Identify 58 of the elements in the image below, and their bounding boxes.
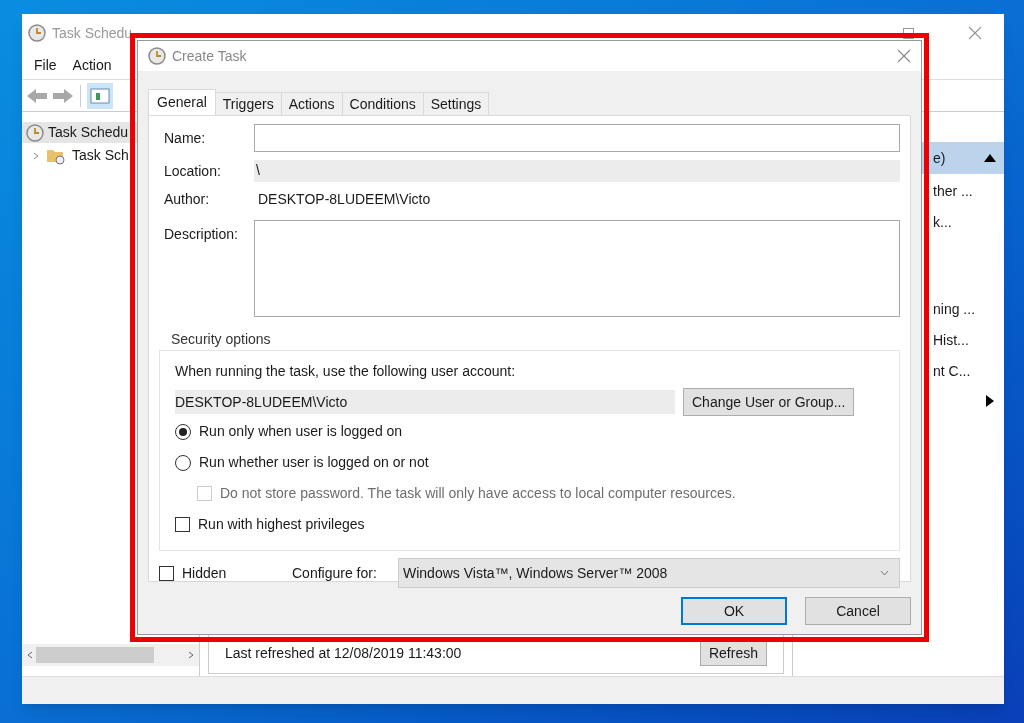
tab[interactable]: Triggers bbox=[215, 92, 282, 115]
back-arrow-icon[interactable] bbox=[26, 86, 48, 105]
menu-bar-item[interactable]: Action bbox=[72, 55, 112, 76]
field-label: Author: bbox=[163, 190, 211, 209]
task-pane-link[interactable]: Hist... bbox=[933, 325, 1004, 356]
task-pane-link[interactable]: ther ... bbox=[933, 176, 1004, 207]
collapse-triangle-icon bbox=[984, 154, 996, 162]
task-pane-link[interactable]: ning ... bbox=[933, 294, 1004, 325]
submenu-arrow-icon[interactable] bbox=[986, 395, 994, 407]
name-field[interactable] bbox=[254, 124, 900, 152]
location-field: \ bbox=[254, 160, 900, 182]
maximize-icon[interactable] bbox=[903, 27, 914, 39]
option-label: Run only when user is logged on bbox=[199, 422, 403, 441]
tab[interactable]: Actions bbox=[281, 92, 343, 115]
field-label: Location: bbox=[163, 161, 222, 181]
close-icon[interactable] bbox=[968, 26, 982, 40]
account-prompt: When running the task, use the following user account: bbox=[175, 362, 517, 381]
scroll-left-icon[interactable] bbox=[26, 651, 34, 659]
dialog-button[interactable]: Cancel bbox=[805, 597, 911, 625]
scroll-right-icon[interactable] bbox=[187, 651, 195, 659]
field-label: Configure for: bbox=[292, 563, 378, 583]
group-legend: Security options bbox=[171, 331, 271, 347]
option-label: Run whether user is logged on or not bbox=[199, 453, 429, 472]
field-label: Name: bbox=[163, 128, 207, 148]
forward-arrow-icon[interactable] bbox=[52, 86, 74, 105]
dialog-title: Create Task bbox=[172, 46, 247, 66]
task-pane-link[interactable]: k... bbox=[933, 207, 1004, 238]
configure-dropdown[interactable]: Windows Vista™, Windows Server™ 2008 bbox=[398, 558, 900, 588]
description-field[interactable] bbox=[254, 220, 900, 317]
close-icon[interactable] bbox=[897, 49, 911, 63]
account-field: DESKTOP-8LUDEEM\Victo bbox=[175, 390, 675, 414]
checkbox[interactable] bbox=[175, 517, 190, 532]
author-value: DESKTOP-8LUDEEM\Victo bbox=[257, 190, 431, 209]
task-pane-link[interactable]: nt C... bbox=[933, 356, 1004, 387]
horizontal-scrollbar[interactable] bbox=[22, 644, 199, 666]
expand-chevron-icon[interactable] bbox=[32, 151, 40, 160]
option-label: Do not store password. The task will only have access to local computer resources. bbox=[220, 484, 736, 503]
window-title: Task Schedu bbox=[52, 23, 133, 43]
tab[interactable]: Settings bbox=[423, 92, 490, 115]
dialog-button[interactable]: OK bbox=[681, 597, 787, 625]
dropdown-chevron-icon bbox=[880, 570, 889, 576]
tree-item[interactable]: Task Sch bbox=[72, 145, 129, 166]
menu-bar-item[interactable]: File bbox=[34, 55, 57, 76]
tab[interactable]: Conditions bbox=[342, 92, 424, 115]
radio-button[interactable] bbox=[175, 454, 191, 471]
change-user-button[interactable]: Change User or Group... bbox=[683, 388, 855, 416]
option-label: Hidden bbox=[182, 563, 227, 583]
clock-icon bbox=[28, 24, 46, 42]
field-label: Description: bbox=[163, 225, 239, 244]
option-label: Run with highest privileges bbox=[198, 515, 365, 534]
checkbox[interactable] bbox=[159, 565, 174, 581]
tab[interactable]: General bbox=[148, 89, 216, 115]
refresh-button[interactable]: Refresh bbox=[699, 640, 767, 666]
clock-icon bbox=[148, 47, 166, 65]
status-text: Last refreshed at 12/08/2019 11:43:00 bbox=[225, 643, 462, 663]
console-tree-icon[interactable] bbox=[87, 82, 113, 109]
radio-button[interactable] bbox=[175, 423, 191, 440]
scrollbar-thumb[interactable] bbox=[36, 647, 154, 663]
